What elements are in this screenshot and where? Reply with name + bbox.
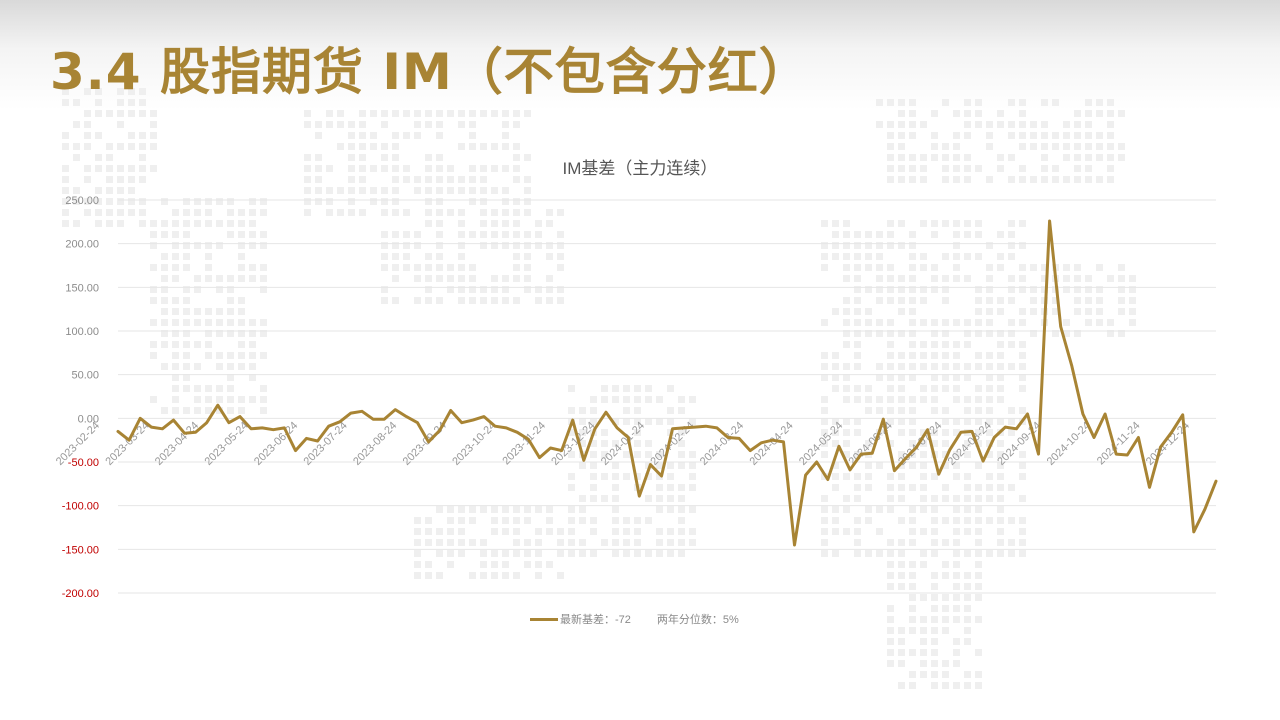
x-tick-label: 2023-03-24 [103, 420, 151, 468]
y-tick-label: -50.00 [68, 457, 99, 469]
x-tick-label: 2023-10-24 [450, 420, 498, 468]
y-tick-label: 100.00 [65, 326, 99, 338]
series-line-basis [116, 219, 1218, 547]
legend-series-label: 最新基差：-72 [560, 614, 631, 626]
y-tick-label: -200.00 [62, 588, 99, 600]
y-tick-label: 200.00 [65, 239, 99, 251]
x-tick-label: 2023-08-24 [351, 420, 399, 468]
chart-legend: 最新基差：-72 两年分位数：5% [530, 611, 739, 627]
y-tick-label: -150.00 [62, 544, 99, 556]
x-tick-label: 2023-05-24 [202, 420, 250, 468]
y-tick-label: 250.00 [65, 195, 99, 207]
legend-swatch [530, 617, 558, 621]
y-tick-label: 50.00 [71, 370, 99, 382]
chart-title: IM基差（主力连续） [563, 159, 718, 178]
x-tick-label: 2023-11-24 [500, 420, 548, 468]
y-tick-label: 150.00 [65, 282, 99, 294]
legend-percentile-label: 两年分位数：5% [656, 614, 739, 626]
x-tick-label: 2023-04-24 [153, 420, 201, 468]
x-tick-label: 2023-07-24 [302, 420, 350, 468]
x-tick-label: 2024-10-24 [1045, 420, 1093, 468]
y-tick-label: -100.00 [62, 501, 99, 513]
x-tick-label: 2024-01-24 [599, 420, 647, 468]
x-tick-label: 2024-04-24 [747, 420, 795, 468]
x-tick-label: 2024-05-24 [797, 420, 845, 468]
